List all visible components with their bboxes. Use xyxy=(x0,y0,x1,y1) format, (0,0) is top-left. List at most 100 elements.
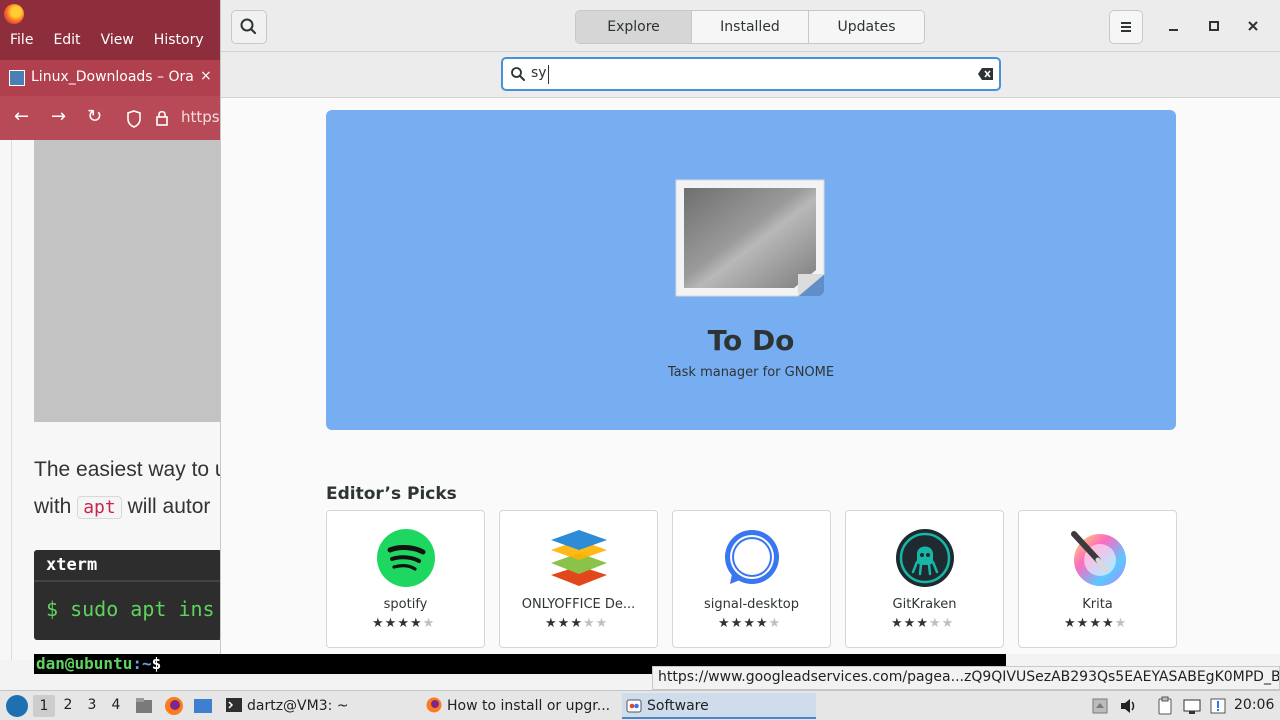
tab-title: Linux_Downloads – Oracle xyxy=(31,69,193,85)
clear-text-icon[interactable] xyxy=(977,67,995,81)
tab-close-icon[interactable]: × xyxy=(200,68,212,84)
app-name: signal-desktop xyxy=(704,597,799,612)
menu-edit[interactable]: Edit xyxy=(43,32,90,48)
star-filled-icon: ★ xyxy=(384,616,397,631)
app-rating: ★ ★ ★ ★ ★ xyxy=(545,617,615,631)
app-tile-signal-desktop[interactable]: signal-desktop ★ ★ ★ ★ ★ xyxy=(672,510,831,648)
volume-icon[interactable] xyxy=(1118,696,1138,716)
taskbar-task-firefox[interactable]: How to install or upgr... xyxy=(422,693,618,719)
app-rating: ★ ★ ★ ★ ★ xyxy=(718,617,788,631)
taskbar-task-software[interactable]: Software xyxy=(622,693,816,719)
app-tile-krita[interactable]: Krita ★ ★ ★ ★ ★ xyxy=(1018,510,1177,648)
lock-icon[interactable] xyxy=(155,109,169,127)
tray-panel-icon[interactable] xyxy=(1090,696,1110,716)
menu-view[interactable]: View xyxy=(91,32,144,48)
signal-icon xyxy=(725,530,779,584)
star-filled-icon: ★ xyxy=(409,616,422,631)
star-filled-icon: ★ xyxy=(1064,616,1076,631)
inline-code: apt xyxy=(77,496,122,519)
app-tile-onlyoffice[interactable]: ONLYOFFICE De... ★ ★ ★ ★ ★ xyxy=(499,510,658,648)
network-icon[interactable] xyxy=(1182,696,1202,716)
tab-updates[interactable]: Updates xyxy=(809,11,924,43)
reload-icon[interactable]: ↻ xyxy=(87,106,102,127)
app-name: ONLYOFFICE De... xyxy=(521,597,636,612)
star-empty-icon: ★ xyxy=(422,616,435,631)
firefox-icon[interactable] xyxy=(164,696,184,716)
view-switcher: Explore Installed Updates xyxy=(575,10,925,44)
tab-explore[interactable]: Explore xyxy=(576,11,692,43)
app-rating: ★ ★ ★ ★ ★ xyxy=(372,617,442,631)
prompt-dollar: $ xyxy=(151,654,162,673)
prompt-path: :~ xyxy=(132,654,152,673)
shield-icon[interactable] xyxy=(126,110,142,128)
file-manager-icon[interactable] xyxy=(134,696,154,716)
software-window: Explore Installed Updates sy To Do Task … xyxy=(220,0,1280,654)
star-empty-icon: ★ xyxy=(928,616,941,631)
star-filled-icon: ★ xyxy=(903,616,916,631)
star-empty-icon: ★ xyxy=(941,616,954,631)
app-tile-gitkraken[interactable]: GitKraken ★ ★ ★ ★ ★ xyxy=(845,510,1004,648)
star-filled-icon: ★ xyxy=(718,616,730,631)
onlyoffice-icon xyxy=(551,530,607,586)
star-filled-icon: ★ xyxy=(1089,616,1101,631)
clipboard-icon[interactable] xyxy=(1155,696,1175,716)
menu-history[interactable]: History xyxy=(144,32,214,48)
app-tile-spotify[interactable]: spotify ★ ★ ★ ★ ★ xyxy=(326,510,485,648)
tab-installed[interactable]: Installed xyxy=(692,11,809,43)
close-icon[interactable] xyxy=(1241,14,1265,38)
workspace-4[interactable]: 4 xyxy=(105,697,127,713)
terminal-command: $ sudo apt ins xyxy=(46,597,215,621)
search-input-value: sy xyxy=(531,65,547,81)
workspace-3[interactable]: 3 xyxy=(81,697,103,713)
minimize-icon[interactable] xyxy=(1161,14,1185,38)
app-rating: ★ ★ ★ ★ ★ xyxy=(891,617,961,631)
divider xyxy=(34,580,222,582)
task-label: Software xyxy=(647,698,709,714)
article-text-fragment: with xyxy=(34,495,72,518)
app-name: GitKraken xyxy=(892,597,957,612)
link-status-tooltip: https://www.googleadservices.com/pagea..… xyxy=(652,666,1280,690)
page-divider xyxy=(11,140,12,660)
star-empty-icon: ★ xyxy=(768,616,781,631)
terminal-snippet: xterm $ sudo apt ins xyxy=(34,550,222,640)
app-name: Krita xyxy=(1082,597,1113,612)
featured-app-subtitle: Task manager for GNOME xyxy=(667,365,835,380)
article-text-line: with apt will autor xyxy=(34,495,210,519)
task-label: How to install or upgr... xyxy=(447,698,611,714)
text-caret xyxy=(548,65,549,84)
header-bar: Explore Installed Updates xyxy=(221,0,1280,52)
gitkraken-icon xyxy=(896,529,954,587)
firefox-navbar: ← → ↻ https: xyxy=(0,96,225,140)
article-text-fragment: will autor xyxy=(127,495,211,518)
firefox-icon xyxy=(426,697,442,713)
star-filled-icon: ★ xyxy=(1076,616,1089,631)
star-filled-icon: ★ xyxy=(730,616,743,631)
app-rating: ★ ★ ★ ★ ★ xyxy=(1064,617,1134,631)
search-icon xyxy=(511,67,525,81)
back-arrow-icon[interactable]: ← xyxy=(14,106,29,127)
workspace-1[interactable]: 1 xyxy=(33,695,55,717)
featured-app-banner[interactable]: To Do Task manager for GNOME xyxy=(326,110,1176,430)
search-input[interactable]: sy xyxy=(501,57,1001,91)
taskbar-task-terminal[interactable]: dartz@VM3: ~ xyxy=(222,693,418,719)
menu-file[interactable]: File xyxy=(0,32,43,48)
maximize-icon[interactable] xyxy=(1202,14,1226,38)
krita-icon xyxy=(1071,531,1126,586)
search-toggle-button[interactable] xyxy=(231,10,267,44)
workspace-2[interactable]: 2 xyxy=(57,697,79,713)
star-filled-icon: ★ xyxy=(916,616,928,631)
article-text-line: The easiest way to u xyxy=(34,458,227,481)
star-filled-icon: ★ xyxy=(755,616,768,631)
main-menu-button[interactable] xyxy=(1109,10,1143,44)
url-bar[interactable]: https: xyxy=(181,108,225,126)
star-filled-icon: ★ xyxy=(891,616,903,631)
star-empty-icon: ★ xyxy=(1114,616,1127,631)
desktop-icon[interactable] xyxy=(193,696,213,716)
firefox-tab[interactable]: Linux_Downloads – Oracle × xyxy=(0,60,222,96)
forward-arrow-icon[interactable]: → xyxy=(51,106,66,127)
explore-page: To Do Task manager for GNOME Editor’s Pi… xyxy=(221,98,1280,654)
article-image-placeholder xyxy=(34,140,222,422)
start-menu-icon[interactable] xyxy=(6,695,28,717)
update-notifier-icon[interactable] xyxy=(1208,696,1228,716)
star-empty-icon: ★ xyxy=(595,616,608,631)
